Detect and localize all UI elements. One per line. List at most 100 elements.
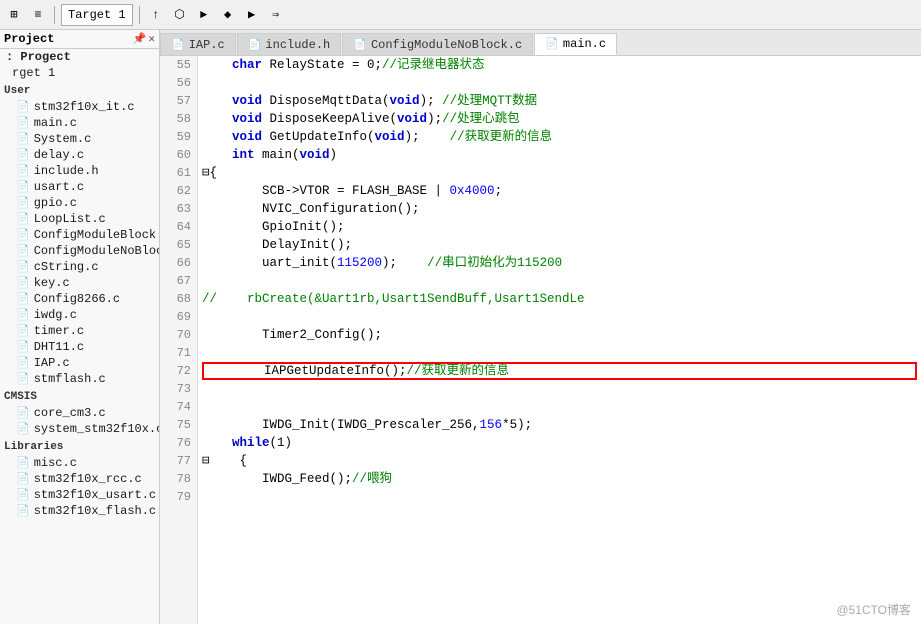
kw-void2-59: void (375, 128, 405, 146)
tab-main-label: main.c (563, 37, 606, 51)
kw-void2-57: void (390, 92, 420, 110)
sidebar-item-flash[interactable]: 📄stm32f10x_flash.c (0, 503, 159, 519)
sidebar-item-config8266[interactable]: 📄Config8266.c (0, 291, 159, 307)
fn-59: GetUpdateInfo( (270, 128, 375, 146)
sidebar-target-label: rget 1 (12, 66, 55, 80)
ln-71: 71 (160, 344, 197, 362)
tab-iap-label: IAP.c (189, 38, 225, 52)
sidebar-item-gpio[interactable]: 📄gpio.c (0, 195, 159, 211)
code-area[interactable]: 55 56 57 58 59 60 61 62 63 64 65 66 67 6… (160, 56, 921, 624)
toolbar-target[interactable]: Target 1 (61, 4, 133, 26)
ln-74: 74 (160, 398, 197, 416)
comment-57: //处理MQTT数据 (435, 92, 538, 110)
file-icon: 📄 (16, 212, 30, 226)
toolbar-icon-step[interactable]: ▶ (242, 5, 262, 25)
code-line-74 (202, 398, 917, 416)
sidebar-close-icon[interactable]: ✕ (148, 32, 155, 46)
ln-59: 59 (160, 128, 197, 146)
toolbar-icon-1[interactable]: ⊞ (4, 5, 24, 25)
sidebar-target[interactable]: rget 1 (0, 65, 159, 81)
tab-include-icon: 📄 (248, 38, 262, 52)
sidebar-item-system_stm32f10x[interactable]: 📄system_stm32f10x.c (0, 421, 159, 437)
fn-57: DisposeMqttData( (270, 92, 390, 110)
sidebar-item-cstring[interactable]: 📄cString.c (0, 259, 159, 275)
code-line-65: DelayInit(); (202, 236, 917, 254)
sidebar-item-stmflash[interactable]: 📄stmflash.c (0, 371, 159, 387)
code-line-72: IAPGetUpdateInfo();//获取更新的信息 (202, 362, 917, 380)
toolbar-icon-build[interactable]: ↑ (146, 5, 166, 25)
file-icon: 📄 (16, 422, 30, 436)
sidebar-item-system[interactable]: 📄System.c (0, 131, 159, 147)
tab-main[interactable]: 📄 main.c (534, 33, 617, 55)
sidebar-root[interactable]: : Progect (0, 49, 159, 65)
file-icon: 📄 (16, 276, 30, 290)
comment-58: //处理心跳包 (442, 110, 520, 128)
kw-void2-58: void (397, 110, 427, 128)
toolbar-icon-2[interactable]: ≡ (28, 5, 48, 25)
fn-60: main( (262, 146, 300, 164)
toolbar-icon-rebuild[interactable]: ⬡ (170, 5, 190, 25)
main-layout: Project 📌 ✕ : Progect rget 1 User 📄stm32… (0, 30, 921, 624)
sidebar-pin-icon[interactable]: 📌 (133, 32, 147, 46)
ln-63: 63 (160, 200, 197, 218)
sidebar-header: Project 📌 ✕ (0, 30, 159, 49)
code-line-70: Timer2_Config(); (202, 326, 917, 344)
kw-void-58: void (202, 110, 270, 128)
code-line-68: // rbCreate(&Uart1rb,Usart1SendBuff,Usar… (202, 290, 917, 308)
ln-73: 73 (160, 380, 197, 398)
sidebar-item-usart2[interactable]: 📄stm32f10x_usart.c (0, 487, 159, 503)
file-icon: 📄 (16, 340, 30, 354)
sidebar-item-core_cm3[interactable]: 📄core_cm3.c (0, 405, 159, 421)
tab-include[interactable]: 📄 include.h (237, 33, 342, 55)
code-line-63: NVIC_Configuration(); (202, 200, 917, 218)
sidebar-item-configmodulenoblock[interactable]: 📄ConfigModuleNoBlock.c (0, 243, 159, 259)
kw-void-59: void (202, 128, 270, 146)
ln-55: 55 (160, 56, 197, 74)
code-line-64: GpioInit(); (202, 218, 917, 236)
sidebar-item-delay[interactable]: 📄delay.c (0, 147, 159, 163)
toolbar: ⊞ ≡ Target 1 ↑ ⬡ ► ◆ ▶ ⇒ (0, 0, 921, 30)
code-line-79 (202, 488, 917, 506)
file-icon: 📄 (16, 148, 30, 162)
file-icon: 📄 (16, 132, 30, 146)
kw-while: while (202, 434, 270, 452)
line-numbers: 55 56 57 58 59 60 61 62 63 64 65 66 67 6… (160, 56, 198, 624)
sidebar-item-stm32f10x_it[interactable]: 📄stm32f10x_it.c (0, 99, 159, 115)
tab-iap[interactable]: 📄 IAP.c (160, 33, 236, 55)
sidebar-item-timer[interactable]: 📄timer.c (0, 323, 159, 339)
tab-configmodulenoblock[interactable]: 📄 ConfigModuleNoBlock.c (342, 33, 533, 55)
sidebar-item-rcc[interactable]: 📄stm32f10x_rcc.c (0, 471, 159, 487)
toolbar-icon-more[interactable]: ⇒ (266, 5, 286, 25)
sidebar-item-misc[interactable]: 📄misc.c (0, 455, 159, 471)
sidebar-item-main[interactable]: 📄main.c (0, 115, 159, 131)
file-icon: 📄 (16, 488, 30, 502)
sidebar-item-iwdg[interactable]: 📄iwdg.c (0, 307, 159, 323)
code-line-66: uart_init(115200); //串口初始化为115200 (202, 254, 917, 272)
file-icon: 📄 (16, 292, 30, 306)
sidebar-item-usart[interactable]: 📄usart.c (0, 179, 159, 195)
comment-59: //获取更新的信息 (420, 128, 553, 146)
sidebar-item-configmoduleblock[interactable]: 📄ConfigModuleBlock.c (0, 227, 159, 243)
code-text-70: Timer2_Config(); (202, 326, 382, 344)
sidebar-group-libraries: Libraries (0, 439, 159, 455)
ln-72: 72 (160, 362, 197, 380)
toolbar-icon-run[interactable]: ► (194, 5, 214, 25)
tab-main-icon: 📄 (545, 37, 559, 51)
toolbar-icon-debug[interactable]: ◆ (218, 5, 238, 25)
sidebar-group-user: User (0, 83, 159, 99)
file-icon: 📄 (16, 116, 30, 130)
code-text-75a: IWDG_Init(IWDG_Prescaler_256, (202, 416, 480, 434)
file-icon: 📄 (16, 472, 30, 486)
code-line-62: SCB->VTOR = FLASH_BASE | 0x4000; (202, 182, 917, 200)
sidebar-item-dht11[interactable]: 📄DHT11.c (0, 339, 159, 355)
num-66: 115200 (337, 254, 382, 272)
sidebar-item-iap[interactable]: 📄IAP.c (0, 355, 159, 371)
sidebar-item-include[interactable]: 📄include.h (0, 163, 159, 179)
ln-58: 58 (160, 110, 197, 128)
kw-char: char (202, 56, 270, 74)
sidebar-item-looplist[interactable]: 📄LoopList.c (0, 211, 159, 227)
sidebar-item-key[interactable]: 📄key.c (0, 275, 159, 291)
fn2-59: ); (405, 128, 420, 146)
code-line-77: ⊟ { (202, 452, 917, 470)
tab-iap-icon: 📄 (171, 38, 185, 52)
